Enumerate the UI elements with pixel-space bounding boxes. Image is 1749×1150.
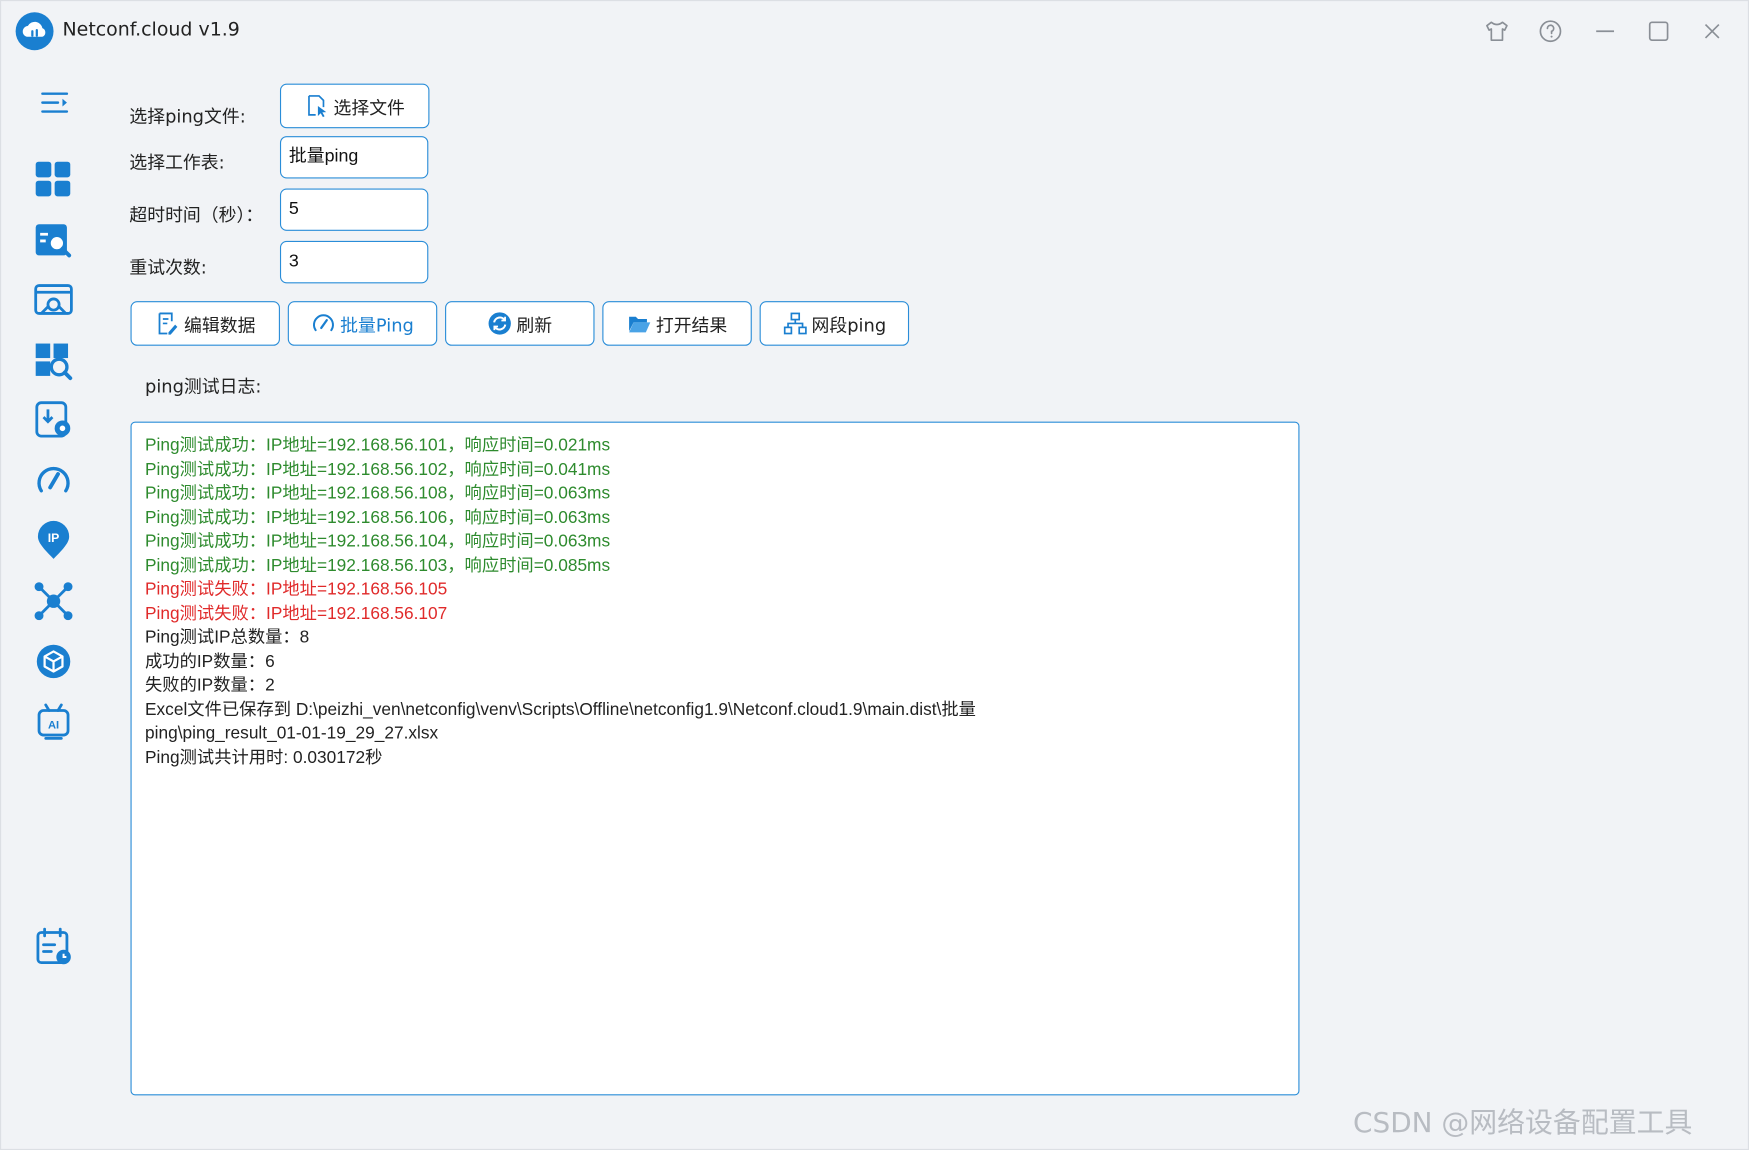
config-backup-icon[interactable] (32, 279, 74, 321)
skin-icon[interactable] (1480, 15, 1513, 48)
package-icon[interactable] (32, 640, 74, 682)
log-title: ping测试日志: (145, 375, 262, 398)
watermark-text: CSDN @网络设备配置工具 (1353, 1106, 1693, 1139)
log-lines: Ping测试成功：IP地址=192.168.56.101，响应时间=0.021m… (145, 434, 1285, 770)
sheet-select[interactable]: 批量ping (279, 136, 429, 179)
schedule-icon[interactable] (32, 926, 74, 968)
segment-ping-label: 网段ping (811, 314, 887, 336)
help-icon[interactable] (1534, 15, 1567, 48)
edit-icon (158, 312, 178, 335)
dashboard-icon[interactable] (32, 158, 74, 200)
collapse-menu-icon[interactable] (32, 81, 74, 123)
refresh-icon (488, 312, 511, 335)
timeout-input[interactable]: 5 (279, 188, 429, 231)
log-line: Ping测试共计用时: 0.030172秒 (145, 747, 383, 767)
log-line: Ping测试成功：IP地址=192.168.56.103，响应时间=0.085m… (145, 556, 611, 576)
svg-text:AI: AI (48, 719, 59, 731)
file-select-icon (308, 95, 327, 118)
timeout-label: 超时时间（秒）： (129, 204, 264, 226)
log-line: Ping测试成功：IP地址=192.168.56.108，响应时间=0.063m… (145, 484, 611, 504)
segment-ping-button[interactable]: 网段ping (759, 301, 910, 346)
ping-speed-icon[interactable] (32, 460, 74, 502)
select-file-button[interactable]: 选择文件 (279, 83, 430, 129)
log-line: Ping测试失败：IP地址=192.168.56.105 (145, 580, 448, 599)
edit-data-label: 编辑数据 (184, 314, 256, 336)
ai-robot-icon[interactable]: AI (32, 700, 74, 742)
maximize-icon[interactable] (1642, 15, 1675, 48)
retry-input[interactable]: 3 (279, 240, 429, 284)
folder-open-icon (629, 316, 651, 333)
log-textarea[interactable]: Ping测试成功：IP地址=192.168.56.101，响应时间=0.021m… (130, 421, 1300, 1096)
log-line: Excel文件已保存到 D:\peizhi_ven\netconfig\venv… (145, 699, 976, 719)
log-line: 成功的IP数量：6 (145, 651, 275, 671)
log-line: 失败的IP数量：2 (145, 675, 275, 695)
open-result-label: 打开结果 (655, 314, 728, 336)
refresh-button[interactable]: 刷新 (445, 301, 595, 346)
retry-label: 重试次数: (129, 256, 207, 278)
log-line: Ping测试成功：IP地址=192.168.56.104，响应时间=0.063m… (145, 532, 611, 552)
log-line: ping\ping_result_01-01-19_29_27.xlsx (145, 723, 439, 743)
file-label: 选择ping文件: (129, 105, 246, 128)
gauge-icon (312, 314, 334, 332)
cloud-logo-icon (15, 12, 54, 51)
sheet-label: 选择工作表: (129, 151, 225, 173)
topology-icon[interactable] (32, 580, 74, 622)
device-search-icon[interactable] (32, 219, 74, 261)
log-line: Ping测试IP总数量：8 (145, 627, 310, 647)
open-result-button[interactable]: 打开结果 (602, 301, 752, 346)
svg-text:IP: IP (48, 531, 60, 545)
config-deploy-icon[interactable] (32, 399, 74, 441)
network-segment-icon (783, 312, 807, 335)
log-line: Ping测试成功：IP地址=192.168.56.102，响应时间=0.041m… (145, 460, 611, 480)
close-icon[interactable] (1695, 15, 1728, 48)
app-window: Netconf.cloud v1.9 IP AI 选择ping文件: 选择文件 … (0, 0, 1749, 1150)
batch-ping-label: 批量Ping (340, 314, 414, 336)
log-line: Ping测试成功：IP地址=192.168.56.101，响应时间=0.021m… (145, 436, 611, 456)
log-line: Ping测试成功：IP地址=192.168.56.106，响应时间=0.063m… (145, 508, 611, 528)
log-line: Ping测试失败：IP地址=192.168.56.107 (145, 604, 448, 623)
window-title: Netconf.cloud v1.9 (62, 18, 240, 42)
batch-ping-button[interactable]: 批量Ping (287, 301, 438, 346)
refresh-label: 刷新 (516, 314, 553, 336)
edit-data-button[interactable]: 编辑数据 (130, 301, 280, 346)
minimize-icon[interactable] (1588, 15, 1621, 48)
select-file-label: 选择文件 (333, 97, 405, 119)
inspection-icon[interactable] (32, 339, 74, 381)
ip-location-icon[interactable]: IP (32, 520, 74, 562)
